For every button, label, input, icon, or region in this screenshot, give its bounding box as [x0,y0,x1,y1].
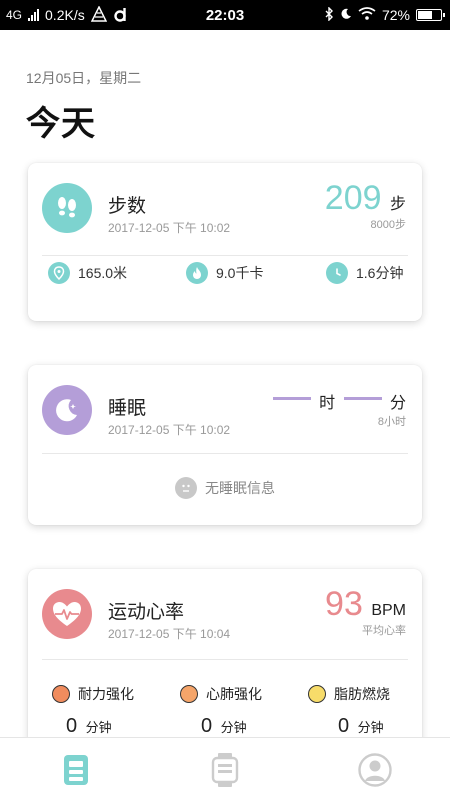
heart-rate-value-block: 93 BPM 平均心率 [325,585,406,638]
sleep-title: 睡眠 [108,398,147,419]
steps-title: 步数 [108,196,147,217]
zone-cardio: 心肺强化 [180,684,262,704]
sleep-empty-state: 无睡眠信息 [28,477,422,499]
d-app-icon [113,6,129,25]
status-bar: 4G 0.2K/s 22:03 72% [0,0,450,30]
network-type: 4G [6,8,23,22]
battery-fill [418,11,433,19]
divider [42,453,408,454]
watch-icon [211,753,239,787]
footprints-icon [42,183,92,233]
sleep-minutes-unit: 分 [389,395,406,412]
signal-icon [28,9,40,21]
duration-metric: 1.6分钟 [326,262,403,284]
zone-name: 耐力强化 [78,686,134,702]
today-icon [64,755,88,785]
zone-value: 0 [338,715,350,737]
zone-value: 0 [66,715,78,737]
sleep-value-block: 时 分 8小时 [272,389,406,429]
status-right: 72% [324,5,450,24]
steps-time: 2017-12-05 下午 10:02 [108,221,231,235]
battery-icon [416,9,445,21]
steps-goal: 8000步 [370,219,406,231]
zone-unit: 分钟 [357,720,384,735]
clock-icon [326,262,348,284]
steps-unit: 步 [389,196,406,213]
duration-value: 1.6分钟 [356,265,404,281]
zone-dot-icon [308,685,326,703]
sleep-minutes-placeholder [343,397,382,401]
tab-today[interactable] [56,750,96,790]
heart-rate-title: 运动心率 [108,602,185,623]
wifi-icon [358,7,376,23]
heart-rate-label: 平均心率 [362,625,406,637]
sleep-time: 2017-12-05 下午 10:02 [108,423,231,437]
page-title: 今天 [26,105,96,143]
sleep-card[interactable]: 睡眠 2017-12-05 下午 10:02 时 分 8小时 无睡眠信息 [28,365,422,525]
sleep-empty-text: 无睡眠信息 [205,480,275,496]
divider [42,659,408,660]
bluetooth-icon [324,5,334,24]
zone-cardio-value: 0 分钟 [201,715,247,738]
heart-rate-value: 93 [325,585,363,623]
heart-rate-time: 2017-12-05 下午 10:04 [108,627,231,641]
sleep-goal: 8小时 [377,416,406,428]
app-notification-icon [90,4,107,25]
zone-dot-icon [52,685,70,703]
calories-metric: 9.0千卡 [186,262,263,284]
do-not-disturb-moon-icon [340,7,352,23]
divider [42,255,408,256]
tab-bar [0,737,450,800]
calories-value: 9.0千卡 [216,265,264,281]
sleep-hours-unit: 时 [319,395,336,412]
zone-dot-icon [180,685,198,703]
moon-icon [42,385,92,435]
zone-endurance-value: 0 分钟 [66,715,112,738]
zone-unit: 分钟 [85,720,112,735]
steps-value-block: 209 步 8000步 [325,179,406,232]
tab-profile[interactable] [355,750,395,790]
zone-unit: 分钟 [220,720,247,735]
distance-metric: 165.0米 [48,262,127,284]
tab-device[interactable] [205,750,245,790]
battery-percent: 72% [381,7,410,23]
heart-rate-unit: BPM [371,602,406,619]
zone-fat-burn: 脂肪燃烧 [308,684,390,704]
location-pin-icon [48,262,70,284]
zone-name: 心肺强化 [206,686,262,702]
distance-value: 165.0米 [78,265,128,281]
sleep-hours-placeholder [272,397,311,401]
neutral-face-icon [175,477,197,499]
network-speed: 0.2K/s [45,7,85,23]
zone-fat-burn-value: 0 分钟 [338,715,384,738]
zone-endurance: 耐力强化 [52,684,134,704]
flame-icon [186,262,208,284]
zone-value: 0 [201,715,213,737]
date-label: 12月05日，星期二 [26,70,142,86]
heart-pulse-icon [42,589,92,639]
zone-name: 脂肪燃烧 [334,686,390,702]
status-left: 4G 0.2K/s [0,4,129,25]
profile-icon [358,753,392,787]
steps-card[interactable]: 步数 2017-12-05 下午 10:02 209 步 8000步 165.0… [28,163,422,321]
steps-value: 209 [324,179,382,217]
